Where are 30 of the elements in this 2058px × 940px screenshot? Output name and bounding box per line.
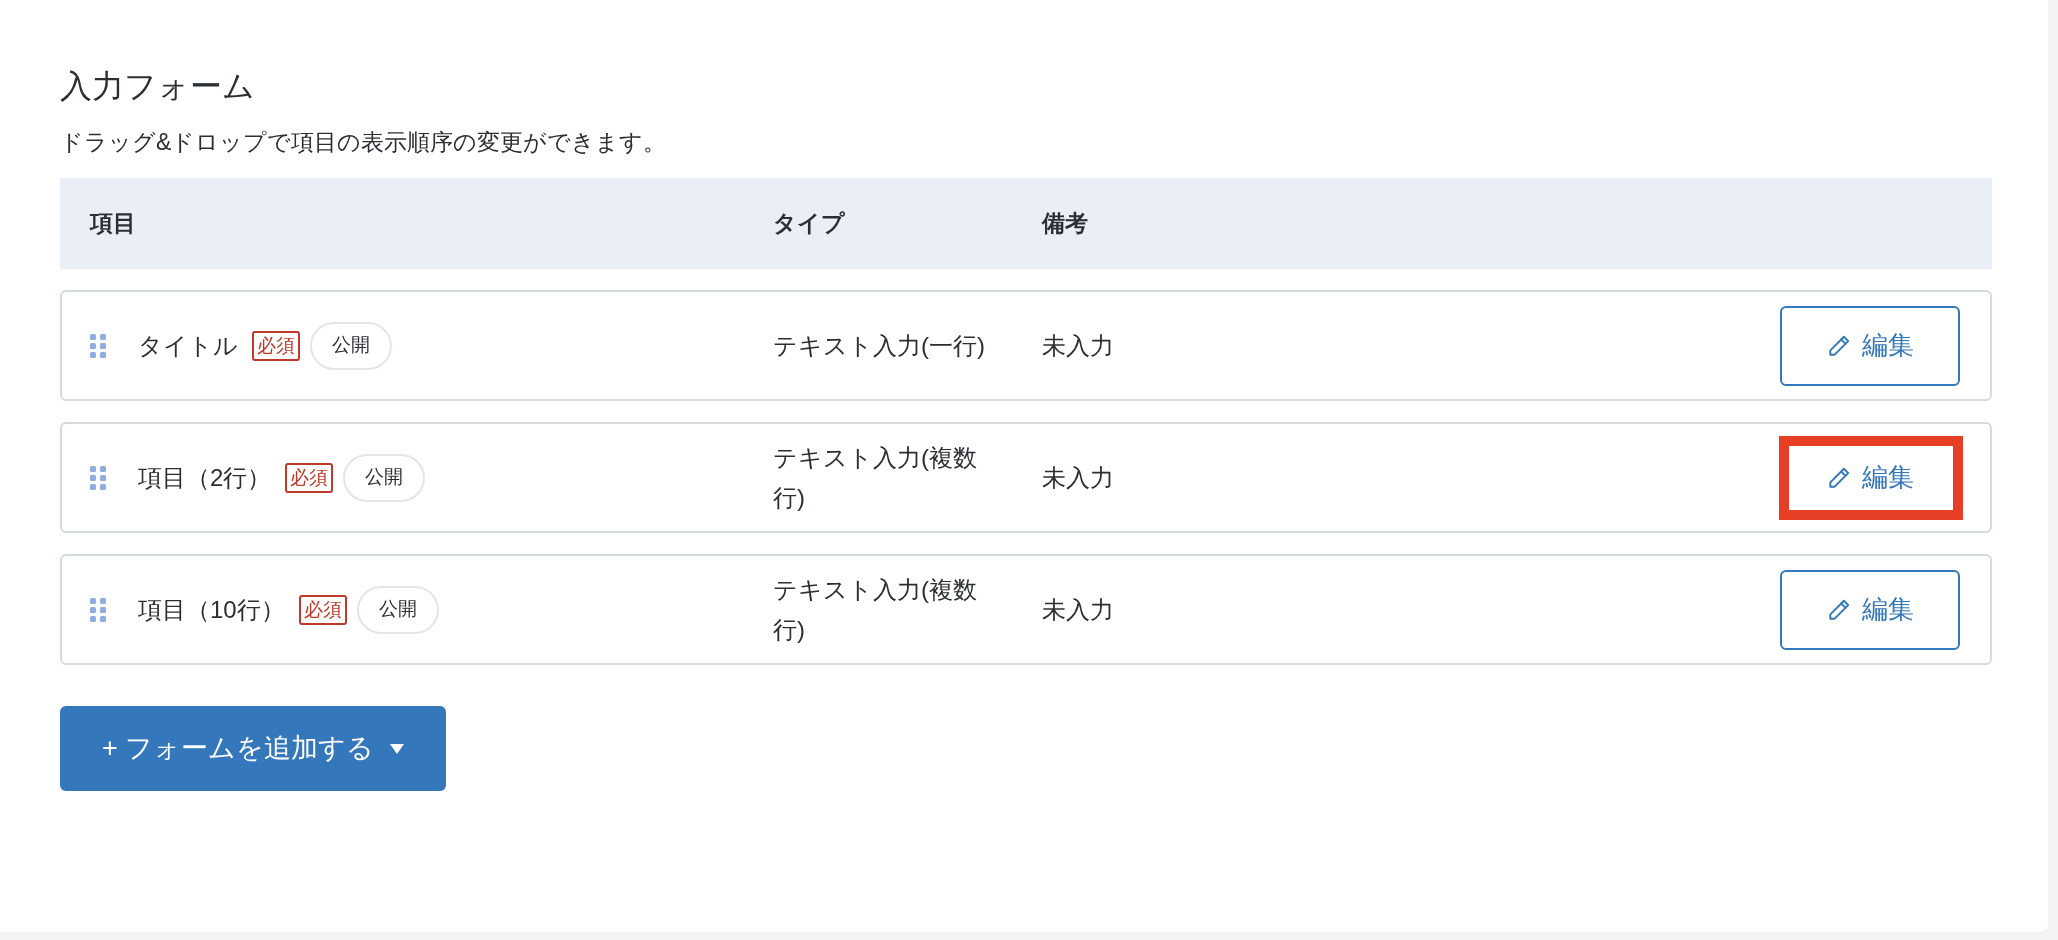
item-note: 未入力	[1042, 595, 1114, 623]
caret-icon	[390, 743, 405, 754]
item-name: タイトル	[138, 330, 238, 361]
item-name: 項目（10行）	[138, 594, 285, 625]
form-item-row[interactable]: 項目（10行） 必須 公開 テキスト入力(複数行) 未入力 編集	[60, 554, 1992, 665]
item-type: テキスト入力(一行)	[773, 330, 986, 361]
column-header: タイプ	[773, 210, 845, 237]
item-note: 未入力	[1042, 331, 1114, 359]
drag-handle-icon[interactable]	[90, 465, 106, 490]
required-badge: 必須	[252, 330, 300, 361]
item-note: 未入力	[1042, 463, 1114, 491]
form-item-row[interactable]: 項目（2行） 必須 公開 テキスト入力(複数行) 未入力 編集	[60, 422, 1992, 533]
add-form-button[interactable]: + フォームを追加する	[60, 706, 447, 791]
item-type: テキスト入力(複数行)	[773, 574, 978, 645]
column-header: 項目	[90, 210, 136, 237]
public-badge: 公開	[310, 321, 392, 370]
form-item-row[interactable]: タイトル 必須 公開 テキスト入力(一行) 未入力 編集	[60, 290, 1992, 401]
section-title: 入力フォーム	[60, 67, 255, 106]
required-badge: 必須	[298, 594, 347, 625]
item-type: テキスト入力(複数行)	[773, 442, 978, 513]
public-badge: 公開	[343, 453, 426, 502]
required-badge: 必須	[285, 462, 334, 493]
edit-button[interactable]: 編集	[1780, 305, 1960, 386]
column-header: 備考	[1042, 210, 1088, 237]
drag-handle-icon[interactable]	[90, 597, 106, 622]
description-text: ドラッグ&ドロップで項目の表示順序の変更ができます。	[60, 128, 667, 157]
item-name: 項目（2行）	[138, 462, 272, 493]
drag-handle-icon[interactable]	[90, 333, 106, 358]
public-badge: 公開	[356, 585, 439, 634]
edit-button[interactable]: 編集	[1780, 569, 1960, 650]
